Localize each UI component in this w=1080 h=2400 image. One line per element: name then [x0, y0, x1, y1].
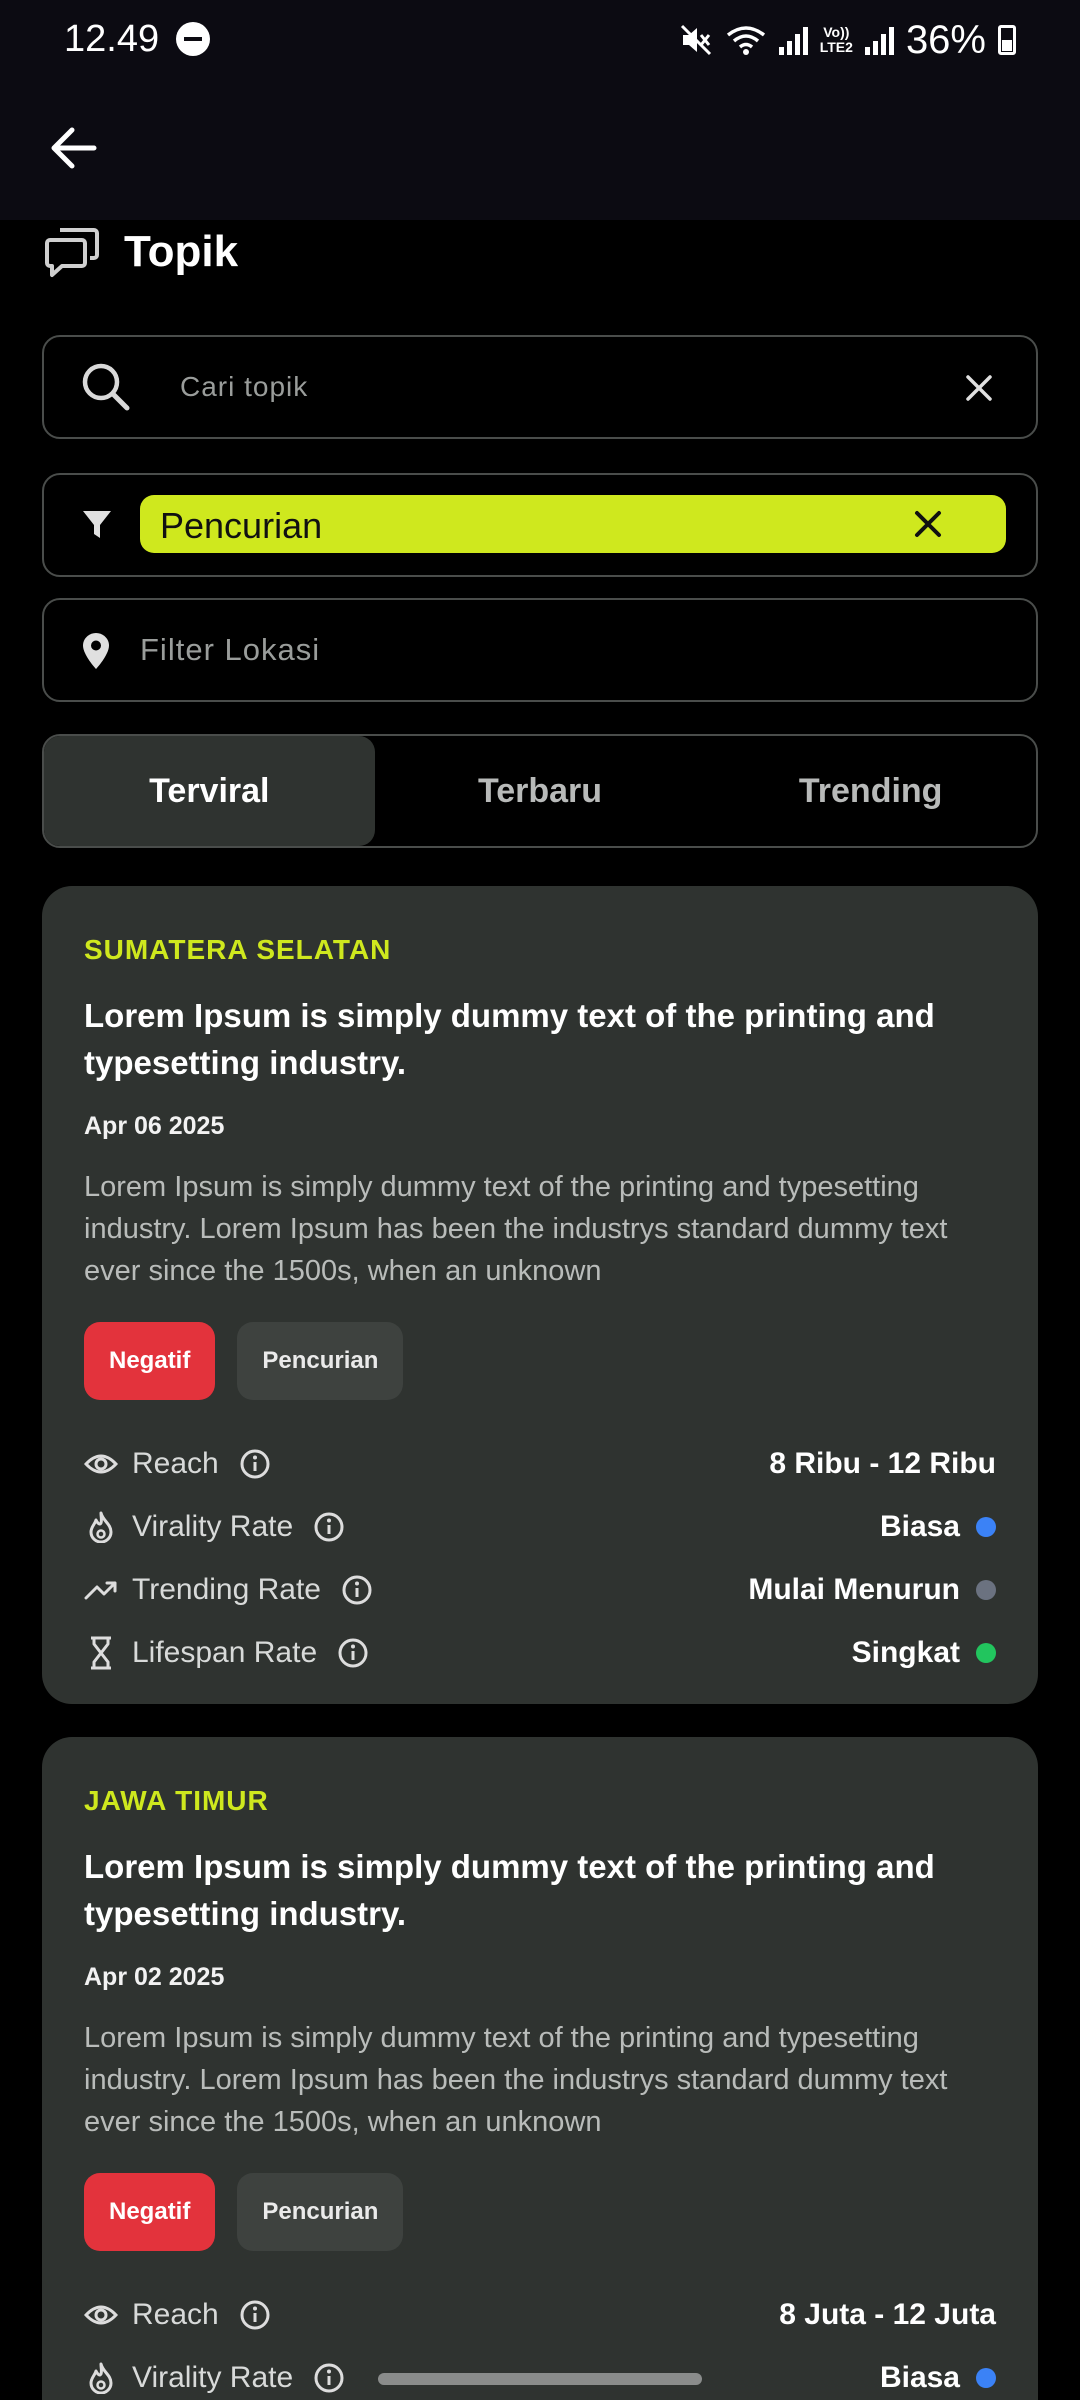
- home-gesture-bar[interactable]: [378, 2373, 702, 2385]
- metric-reach: Reach 8 Ribu - 12 Ribu: [84, 1432, 996, 1495]
- status-time: 12.49: [64, 18, 160, 60]
- category-tag: Pencurian: [237, 1322, 404, 1400]
- category-filter[interactable]: Pencurian: [42, 473, 1038, 577]
- card-description: Lorem Ipsum is simply dummy text of the …: [84, 2022, 948, 2138]
- metric-value: Biasa: [879, 1509, 960, 1543]
- flame-icon: [84, 2361, 118, 2395]
- metric-value: Mulai Menurun: [748, 1572, 960, 1606]
- sentiment-tag: Negatif: [84, 1322, 216, 1400]
- metric-label: Reach: [132, 2297, 219, 2331]
- remove-filter-icon[interactable]: [912, 508, 944, 540]
- info-icon[interactable]: [313, 1511, 345, 1543]
- card-date: Apr 02 2025: [84, 1963, 225, 1991]
- location-placeholder: Filter Lokasi: [140, 632, 321, 667]
- card-region: SUMATERA SELATAN: [84, 934, 392, 965]
- search-icon: [82, 363, 130, 411]
- location-filter-input[interactable]: Filter Lokasi: [42, 598, 1038, 702]
- eye-icon: [84, 2298, 118, 2332]
- network-label: Vo)) LTE2: [819, 24, 853, 55]
- metric-label: Reach: [132, 1446, 219, 1480]
- info-icon[interactable]: [239, 2299, 271, 2331]
- signal-icon: [778, 25, 808, 55]
- do-not-disturb-icon: [176, 22, 210, 56]
- category-tag: Pencurian: [237, 2173, 404, 2251]
- eye-icon: [84, 1447, 118, 1481]
- metric-value: Singkat: [851, 1635, 960, 1669]
- metric-value: 8 Ribu - 12 Ribu: [769, 1446, 996, 1480]
- clear-search-icon[interactable]: [964, 373, 994, 403]
- info-icon[interactable]: [239, 1448, 271, 1480]
- metric-label: Lifespan Rate: [132, 1635, 318, 1669]
- tab-terviral[interactable]: Terviral: [44, 736, 375, 846]
- metric-label: Trending Rate: [132, 1572, 321, 1606]
- page-title: Topik: [124, 227, 239, 276]
- location-pin-icon: [83, 633, 109, 669]
- battery-percent: 36%: [905, 17, 986, 62]
- topic-card[interactable]: JAWA TIMUR Lorem Ipsum is simply dummy t…: [42, 1737, 1038, 2400]
- trend-up-icon: [84, 1573, 118, 1607]
- back-arrow-icon[interactable]: [46, 120, 102, 176]
- metric-value: 8 Juta - 12 Juta: [779, 2297, 996, 2331]
- metric-label: Virality Rate: [132, 1509, 294, 1543]
- search-placeholder: Cari topik: [180, 371, 309, 402]
- card-description: Lorem Ipsum is simply dummy text of the …: [84, 1171, 948, 1287]
- metric-trending: Trending Rate Mulai Menurun: [84, 1558, 996, 1621]
- metric-label: Virality Rate: [132, 2360, 294, 2394]
- info-icon[interactable]: [341, 1574, 373, 1606]
- topic-card[interactable]: SUMATERA SELATAN Lorem Ipsum is simply d…: [42, 886, 1038, 1704]
- card-tags: Negatif Pencurian: [84, 2173, 404, 2251]
- status-bar: 12.49 Vo)) LTE2 36%: [0, 0, 1080, 80]
- sentiment-tag: Negatif: [84, 2173, 216, 2251]
- sort-tabs: Terviral Terbaru Trending: [42, 734, 1038, 848]
- info-icon[interactable]: [313, 2362, 345, 2394]
- battery-icon: [998, 25, 1016, 55]
- chat-bubbles-icon: [45, 228, 99, 277]
- status-dot-gray: [976, 1579, 996, 1600]
- app-bar: [0, 80, 1080, 220]
- filter-funnel-icon: [83, 511, 111, 538]
- page-header: Topik: [44, 222, 238, 282]
- mute-icon: [680, 24, 711, 56]
- card-title: Lorem Ipsum is simply dummy text of the …: [84, 997, 935, 1081]
- status-dot-green: [976, 1642, 996, 1663]
- selected-filter-chip[interactable]: Pencurian: [140, 495, 1006, 553]
- signal-icon-2: [864, 25, 894, 55]
- hourglass-icon: [84, 1636, 118, 1670]
- status-icons: Vo)) LTE2 36%: [679, 14, 1016, 66]
- selected-filter-label: Pencurian: [160, 505, 323, 546]
- card-region: JAWA TIMUR: [84, 1785, 269, 1816]
- metric-reach: Reach 8 Juta - 12 Juta: [84, 2283, 996, 2346]
- search-input[interactable]: Cari topik: [42, 335, 1038, 439]
- info-icon[interactable]: [337, 1637, 369, 1669]
- card-tags: Negatif Pencurian: [84, 1322, 404, 1400]
- tab-trending[interactable]: Trending: [705, 736, 1036, 846]
- metric-virality: Virality Rate Biasa: [84, 1495, 996, 1558]
- metric-value: Biasa: [879, 2360, 960, 2394]
- status-dot-blue: [976, 2367, 996, 2388]
- status-dot-blue: [976, 1516, 996, 1537]
- flame-icon: [84, 1510, 118, 1544]
- metric-lifespan: Lifespan Rate Singkat: [84, 1621, 996, 1684]
- card-title: Lorem Ipsum is simply dummy text of the …: [84, 1848, 935, 1932]
- tab-terbaru[interactable]: Terbaru: [375, 736, 706, 846]
- card-date: Apr 06 2025: [84, 1112, 225, 1140]
- card-metrics: Reach 8 Ribu - 12 Ribu Virality Rate Bia…: [84, 1432, 996, 1684]
- wifi-icon: [726, 26, 765, 55]
